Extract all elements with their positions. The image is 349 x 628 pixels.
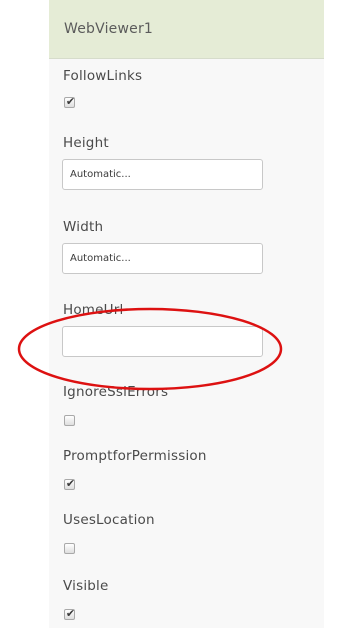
visible-label: Visible — [63, 578, 109, 594]
visible-checkbox[interactable]: ✔ — [64, 607, 76, 620]
check-icon: ✔ — [65, 95, 76, 108]
component-title: WebViewer1 — [64, 21, 154, 37]
homeurl-label: HomeUrl — [63, 302, 124, 318]
promptforpermission-label: PromptforPermission — [63, 448, 207, 464]
check-icon: ✔ — [65, 607, 76, 620]
ignoresslerrors-label: IgnoreSslErrors — [63, 384, 169, 400]
properties-panel: WebViewer1 FollowLinks ✔ Height Automati… — [49, 0, 324, 628]
useslocation-label: UsesLocation — [63, 512, 155, 528]
followlinks-label: FollowLinks — [63, 68, 143, 84]
ignoresslerrors-checkbox[interactable] — [64, 415, 75, 426]
homeurl-input[interactable] — [62, 326, 263, 357]
width-label: Width — [63, 219, 104, 235]
promptforpermission-checkbox[interactable]: ✔ — [64, 477, 76, 490]
width-field[interactable]: Automatic... — [62, 243, 263, 274]
followlinks-checkbox[interactable]: ✔ — [64, 95, 76, 108]
height-label: Height — [63, 135, 109, 151]
check-icon: ✔ — [65, 477, 76, 490]
height-field[interactable]: Automatic... — [62, 159, 263, 190]
useslocation-checkbox[interactable] — [64, 543, 75, 554]
properties-panel-header: WebViewer1 — [49, 0, 324, 59]
